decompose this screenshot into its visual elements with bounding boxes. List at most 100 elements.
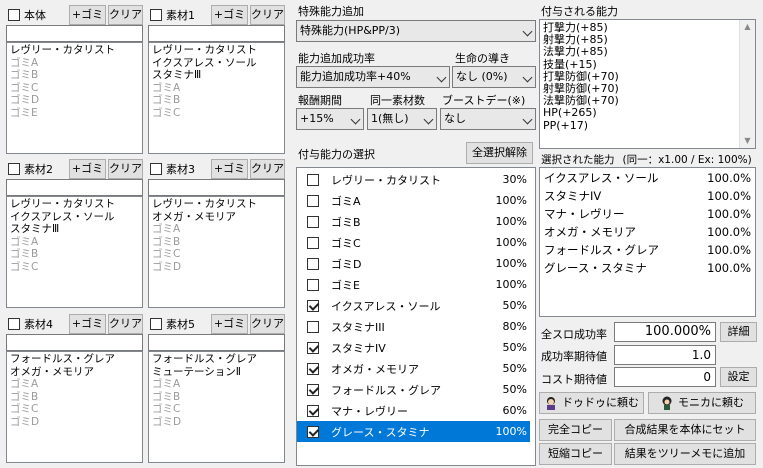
selected-row[interactable]: フォードルス・グレア 100.0% — [540, 241, 755, 259]
panel-line: ゴミD — [152, 415, 182, 428]
tree-memo-button[interactable]: 結果をツリーメモに追加 — [614, 443, 756, 465]
reward-combo[interactable]: +15% — [296, 108, 364, 130]
rate-combo[interactable]: 能力追加成功率+40% — [296, 66, 450, 88]
ability-checkbox[interactable] — [307, 173, 319, 186]
ability-row[interactable]: イクスアレス・ソール 50% — [297, 295, 530, 316]
granted-line: 法撃力(+85) — [543, 45, 608, 59]
panel-name-field[interactable] — [148, 179, 285, 196]
ability-row[interactable]: レヴリー・カタリスト 30% — [297, 169, 530, 190]
clear-button[interactable]: クリア — [250, 5, 285, 25]
guide-combo[interactable]: なし (0%) — [452, 66, 536, 88]
ability-checkbox[interactable] — [307, 404, 319, 417]
panel-line: フォードルス・グレア — [10, 353, 115, 365]
panel-checkbox[interactable] — [150, 318, 162, 330]
granted-list: 打撃力(+85) 射撃力(+85) 法撃力(+85) 技量(+15) 打撃防御(+70)… — [539, 19, 756, 149]
ability-row[interactable]: マナ・レヴリー 60% — [297, 400, 530, 421]
selected-row[interactable]: マナ・レヴリー 100.0% — [540, 205, 755, 223]
ability-row[interactable]: ゴミD 100% — [297, 253, 530, 274]
ability-checkbox[interactable] — [307, 236, 319, 249]
monica-button[interactable]: モニカに頼む — [648, 392, 756, 414]
ability-row[interactable]: ゴミE 100% — [297, 274, 530, 295]
clear-button[interactable]: クリア — [108, 5, 143, 25]
selected-rows: イクスアレス・ソール 100.0% スタミナIV 100.0% マナ・レヴリー … — [540, 168, 755, 277]
add-gomi-button[interactable]: +ゴミ — [69, 159, 106, 179]
panel-line: ゴミA — [10, 378, 39, 390]
add-gomi-button[interactable]: +ゴミ — [211, 159, 248, 179]
ability-row[interactable]: グレース・スタミナ 100% — [297, 421, 530, 442]
set-result-button[interactable]: 合成結果を本体にセット — [614, 419, 756, 441]
panel-checkbox[interactable] — [8, 163, 20, 175]
panel-line: ゴミC — [152, 106, 181, 119]
panel-name-field[interactable] — [6, 334, 143, 351]
ability-row[interactable]: ゴミA 100% — [297, 190, 530, 211]
ability-checkbox[interactable] — [307, 194, 319, 207]
ability-checkbox[interactable] — [307, 215, 319, 228]
panel-checkbox[interactable] — [150, 163, 162, 175]
ability-row[interactable]: オメガ・メモリア 50% — [297, 358, 530, 379]
guide-label: 生命の導き — [455, 52, 510, 65]
deselect-all-button[interactable]: 全選択解除 — [466, 142, 533, 164]
ability-name: フォードルス・グレア — [331, 383, 441, 397]
ability-checkbox[interactable] — [307, 425, 319, 438]
panel-checkbox[interactable] — [8, 318, 20, 330]
add-gomi-button[interactable]: +ゴミ — [69, 5, 106, 25]
panel-checkbox[interactable] — [8, 9, 20, 21]
panel-line: ゴミD — [10, 94, 40, 106]
dodoo-avatar-icon — [544, 396, 558, 410]
ability-checkbox[interactable] — [307, 299, 319, 312]
ability-checkbox[interactable] — [307, 278, 319, 291]
panel-line: ゴミC — [152, 248, 181, 260]
clear-button[interactable]: クリア — [108, 314, 143, 334]
short-copy-button[interactable]: 短縮コピー — [539, 443, 612, 465]
selected-row[interactable]: グレース・スタミナ 100.0% — [540, 259, 755, 277]
ability-row[interactable]: ゴミB 100% — [297, 211, 530, 232]
panel-title: 素材1 — [166, 9, 195, 22]
selected-pct: 100.0% — [707, 225, 751, 239]
clear-button[interactable]: クリア — [250, 159, 285, 179]
detail-button[interactable]: 詳細 — [720, 322, 757, 342]
panel-name-field[interactable] — [6, 25, 143, 42]
panel-line: スタミナⅢ — [152, 69, 202, 81]
ability-row[interactable]: フォードルス・グレア 50% — [297, 379, 530, 400]
panel-lines: レヴリー・カタリスト オメガ・メモリア ゴミA ゴミB ゴミC ゴミD — [149, 197, 284, 273]
ability-checkbox[interactable] — [307, 257, 319, 270]
ability-checkbox[interactable] — [307, 341, 319, 354]
panel-title: 素材2 — [24, 163, 53, 176]
panel-line: ゴミB — [152, 235, 181, 248]
selected-row[interactable]: オメガ・メモリア 100.0% — [540, 223, 755, 241]
panel-name-field[interactable] — [148, 334, 285, 351]
boost-combo[interactable]: なし — [440, 108, 536, 130]
ability-rate: 100% — [495, 194, 527, 207]
ability-rate: 100% — [495, 236, 527, 249]
ability-row[interactable]: ゴミC 100% — [297, 232, 530, 253]
panel-name-field[interactable] — [6, 179, 143, 196]
ability-checkbox[interactable] — [307, 320, 319, 333]
selected-row[interactable]: イクスアレス・ソール 100.0% — [540, 169, 755, 187]
ability-checkbox[interactable] — [307, 362, 319, 375]
chevron-down-icon — [522, 114, 533, 125]
clear-button[interactable]: クリア — [250, 314, 285, 334]
ability-row[interactable]: スタミナIV 50% — [297, 337, 530, 358]
cost-value: 0 — [614, 367, 716, 387]
add-gomi-button[interactable]: +ゴミ — [211, 5, 248, 25]
scroll-down-icon[interactable]: ▼ — [740, 134, 755, 148]
panel-checkbox[interactable] — [150, 9, 162, 21]
settings-button[interactable]: 設定 — [720, 367, 757, 387]
full-copy-button[interactable]: 完全コピー — [539, 419, 612, 441]
clear-button[interactable]: クリア — [108, 159, 143, 179]
panel-name-field[interactable] — [148, 25, 285, 42]
ability-checkbox[interactable] — [307, 383, 319, 396]
ability-row[interactable]: スタミナIII 80% — [297, 316, 530, 337]
panel-line: ゴミA — [152, 81, 181, 94]
ability-name: グレース・スタミナ — [331, 425, 430, 439]
selected-label: 選択された能力 — [541, 154, 615, 166]
add-gomi-button[interactable]: +ゴミ — [69, 314, 106, 334]
ability-name: オメガ・メモリア — [331, 362, 419, 376]
special-combo[interactable]: 特殊能力(HP&PP/3) — [296, 20, 536, 42]
same-combo[interactable]: 1(無し) — [367, 108, 437, 130]
scroll-up-icon[interactable]: ▲ — [740, 20, 755, 34]
dodoo-button[interactable]: ドゥドゥに頼む — [539, 392, 644, 414]
granted-scrollbar[interactable]: ▲ ▼ — [739, 20, 755, 148]
selected-row[interactable]: スタミナIV 100.0% — [540, 187, 755, 205]
add-gomi-button[interactable]: +ゴミ — [211, 314, 248, 334]
